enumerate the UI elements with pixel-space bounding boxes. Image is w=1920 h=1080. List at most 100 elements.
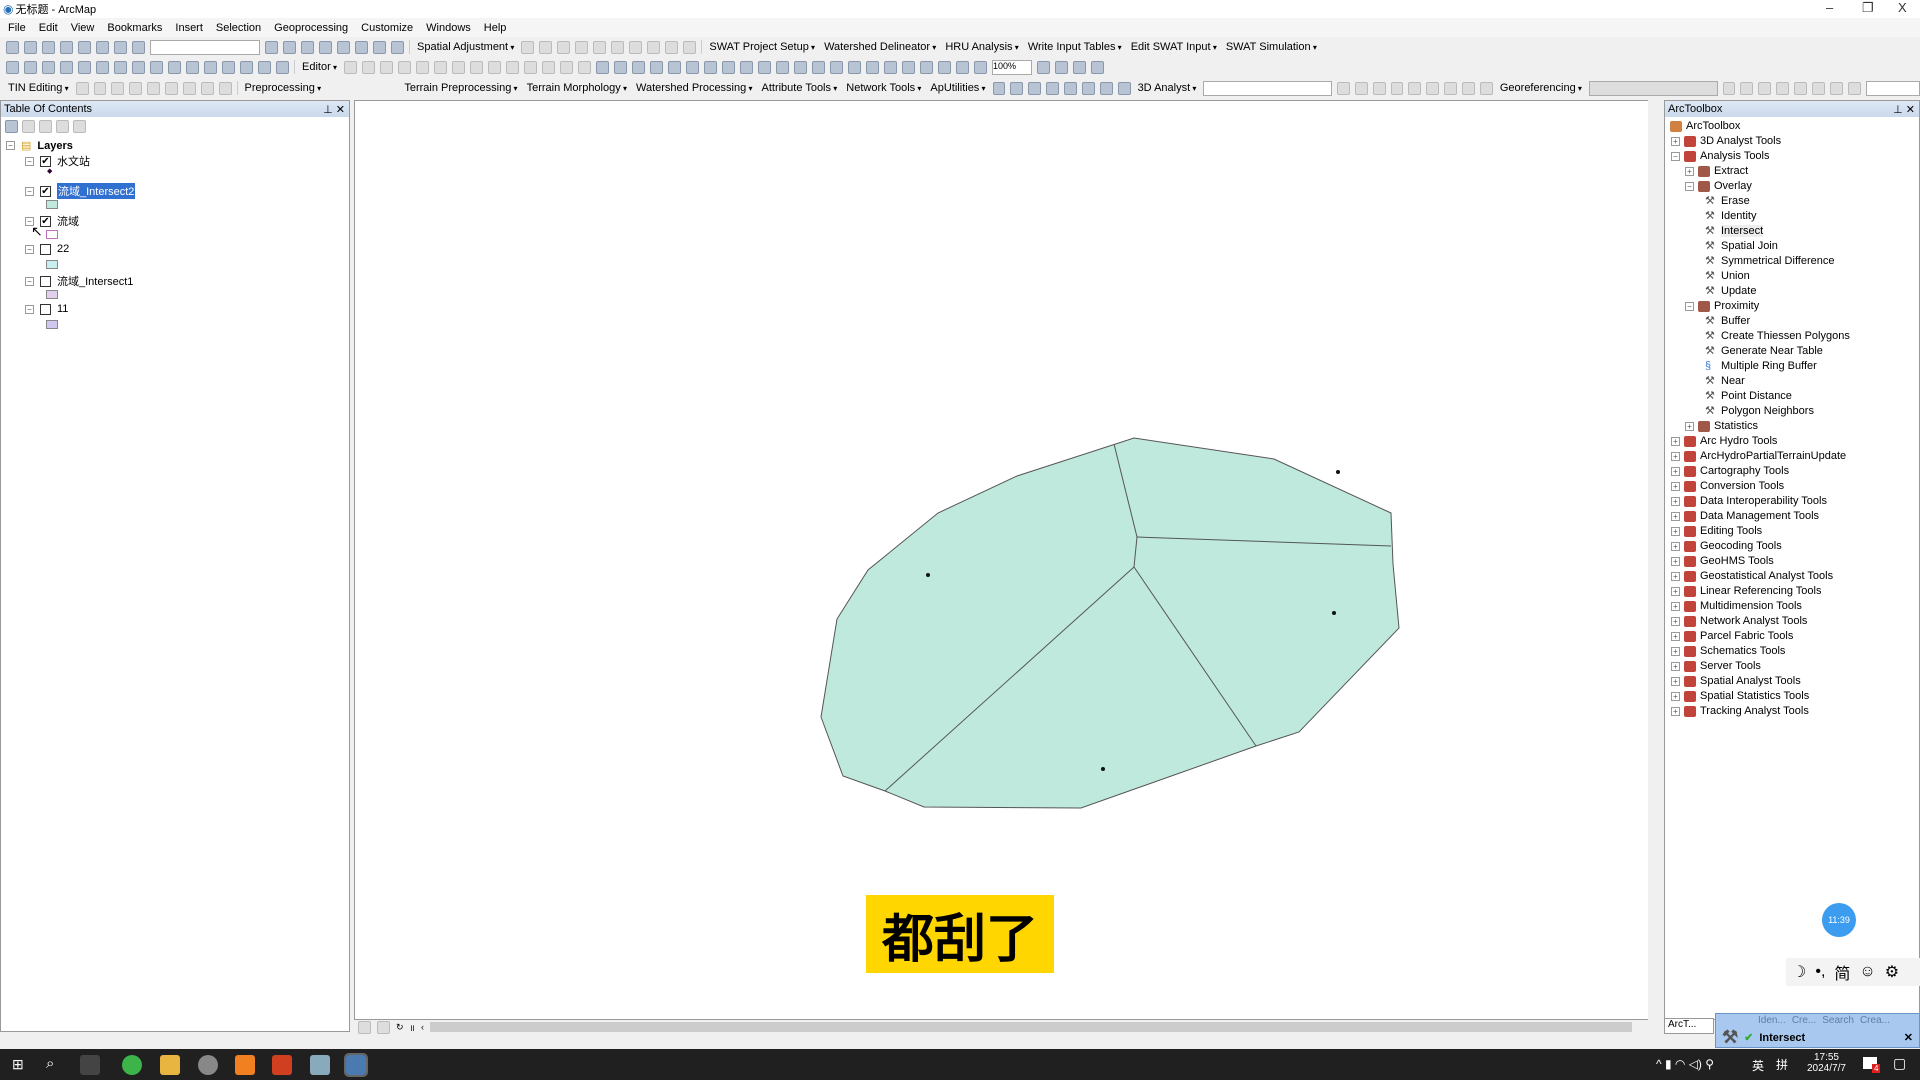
toolbar-tool-icon[interactable]: [539, 40, 553, 54]
toolbar-tool-icon[interactable]: [391, 40, 404, 54]
expand-toggle[interactable]: +: [1671, 136, 1680, 146]
toolbar-tool-icon[interactable]: [1336, 81, 1350, 95]
intersect-progress-popup[interactable]: Iden... Cre... Search Crea... ⚒ ✔ Inters…: [1715, 1013, 1920, 1048]
toolbar-tool-icon[interactable]: [132, 40, 145, 54]
toolbar-tool-icon[interactable]: [240, 60, 253, 74]
ime-button[interactable]: ☽: [1792, 962, 1806, 982]
toolbar-tool-icon[interactable]: [1462, 81, 1475, 95]
toolbox-item[interactable]: § Multiple Ring Buffer: [1705, 360, 1817, 372]
toolbox-item[interactable]: + Schematics Tools: [1671, 645, 1785, 657]
watershed-polygon[interactable]: [820, 437, 1400, 809]
toolbar-tool-icon[interactable]: [575, 40, 589, 54]
toolbar-tool-icon[interactable]: [557, 40, 571, 54]
toolbar-tool-icon[interactable]: [200, 81, 214, 95]
collapse-toggle[interactable]: −: [25, 244, 34, 254]
3d-analyst-menu[interactable]: 3D Analyst: [1136, 82, 1199, 94]
toolbar-tool-icon[interactable]: [132, 60, 145, 74]
start-button[interactable]: ⊞: [12, 1056, 24, 1073]
input-language[interactable]: 英: [1752, 1057, 1764, 1074]
toolbar-tool-icon[interactable]: [629, 40, 643, 54]
toolbox-pin-close[interactable]: ⊥ ✕: [1893, 103, 1915, 116]
expand-toggle[interactable]: +: [1671, 556, 1680, 566]
toolbar-tool-icon[interactable]: [355, 40, 368, 54]
scroll-thumb[interactable]: [429, 1022, 1632, 1032]
toolbar-tool-icon[interactable]: [301, 40, 314, 54]
list-by-selection-icon[interactable]: [56, 119, 69, 133]
toolbox-item[interactable]: + Extract: [1685, 165, 1748, 177]
expand-toggle[interactable]: +: [1671, 646, 1680, 656]
toolbar-tool-icon[interactable]: [129, 81, 143, 95]
collapse-toggle[interactable]: −: [25, 156, 34, 166]
expand-toggle[interactable]: +: [1671, 616, 1680, 626]
toolbar-tool-icon[interactable]: [683, 40, 697, 54]
toolbox-item[interactable]: + Parcel Fabric Tools: [1671, 630, 1793, 642]
toolbar-tool-icon[interactable]: [614, 60, 627, 74]
toolbar-tool-icon[interactable]: [362, 60, 375, 74]
close-button[interactable]: X: [1898, 0, 1907, 15]
toolbar-tool-icon[interactable]: [42, 40, 55, 54]
menu-file[interactable]: File: [8, 22, 26, 34]
menu-selection[interactable]: Selection: [216, 22, 261, 34]
action-center-icon[interactable]: ▢: [1893, 1055, 1906, 1072]
wps-icon[interactable]: [272, 1055, 292, 1075]
toolbox-item[interactable]: − Overlay: [1685, 180, 1752, 192]
restore-button[interactable]: ❐: [1862, 0, 1874, 16]
toolbox-item[interactable]: ⚒ Polygon Neighbors: [1705, 405, 1814, 417]
timer-bubble[interactable]: 11:39: [1822, 903, 1856, 937]
toolbar-tool-icon[interactable]: [186, 60, 199, 74]
expand-toggle[interactable]: +: [1671, 526, 1680, 536]
toolbar-tool-icon[interactable]: [1099, 81, 1113, 95]
toolbar-tool-icon[interactable]: [1091, 60, 1104, 74]
toolbar-tool-icon[interactable]: [974, 60, 987, 74]
editor-menu[interactable]: Editor: [300, 61, 339, 73]
toolbar-tool-icon[interactable]: [521, 40, 535, 54]
georeferencing-menu[interactable]: Georeferencing: [1498, 82, 1584, 94]
toolbar-tool-icon[interactable]: [222, 60, 235, 74]
toolbar-tool-icon[interactable]: [668, 60, 681, 74]
expand-toggle[interactable]: +: [1671, 436, 1680, 446]
expand-toggle[interactable]: +: [1671, 691, 1680, 701]
toolbox-root[interactable]: ArcToolbox: [1670, 120, 1740, 132]
toolbar-tool-icon[interactable]: [416, 60, 429, 74]
toolbar-tool-icon[interactable]: [704, 60, 717, 74]
app-icon-7[interactable]: [310, 1055, 330, 1075]
toolbar-tool-icon[interactable]: [96, 40, 109, 54]
toolbox-item[interactable]: + Statistics: [1685, 420, 1758, 432]
popup-close-icon[interactable]: ✕: [1904, 1031, 1913, 1044]
toolbox-item[interactable]: + Linear Referencing Tools: [1671, 585, 1821, 597]
menu-help[interactable]: Help: [484, 22, 507, 34]
expand-toggle[interactable]: +: [1671, 481, 1680, 491]
expand-toggle[interactable]: +: [1671, 451, 1680, 461]
toolbar-tool-icon[interactable]: [920, 60, 933, 74]
list-by-drawing-order-icon[interactable]: [5, 119, 18, 133]
toolbar-tool-icon[interactable]: [647, 40, 661, 54]
toolbar-tool-icon[interactable]: [452, 60, 465, 74]
toolbar-tool-icon[interactable]: [75, 81, 89, 95]
expand-toggle[interactable]: +: [1671, 541, 1680, 551]
collapse-toggle[interactable]: −: [25, 186, 34, 196]
toolbar-tool-icon[interactable]: [319, 40, 332, 54]
toolbox-item[interactable]: ⚒ Union: [1705, 270, 1750, 282]
expand-toggle[interactable]: +: [1671, 676, 1680, 686]
toolbar-tool-icon[interactable]: [78, 40, 91, 54]
toolbar-tool-icon[interactable]: [488, 60, 501, 74]
expand-toggle[interactable]: +: [1671, 466, 1680, 476]
toolbar-tool-icon[interactable]: [6, 60, 19, 74]
toolbox-item[interactable]: ⚒ Update: [1705, 285, 1756, 297]
toolbar-tool-icon[interactable]: [1117, 81, 1131, 95]
toolbar-tool-icon[interactable]: [470, 60, 483, 74]
toolbar-tool-icon[interactable]: [165, 81, 178, 95]
ime-button[interactable]: ☺: [1859, 963, 1875, 981]
ime-icon[interactable]: 拼: [1776, 1056, 1788, 1073]
toolbar-tool-icon[interactable]: [812, 60, 825, 74]
collapse-toggle[interactable]: −: [25, 276, 34, 286]
toolbar-tool-icon[interactable]: [593, 40, 607, 54]
toolbox-item[interactable]: + Arc Hydro Tools: [1671, 435, 1777, 447]
toolbox-item[interactable]: + Server Tools: [1671, 660, 1761, 672]
toolbar-tool-icon[interactable]: [1037, 60, 1050, 74]
toolbox-item[interactable]: ⚒ Intersect: [1705, 225, 1764, 237]
georef-input[interactable]: [1865, 80, 1920, 96]
toolbar-tool-icon[interactable]: [380, 60, 393, 74]
layer-visibility-checkbox[interactable]: [40, 275, 51, 287]
toolbar-tool-icon[interactable]: [506, 60, 519, 74]
